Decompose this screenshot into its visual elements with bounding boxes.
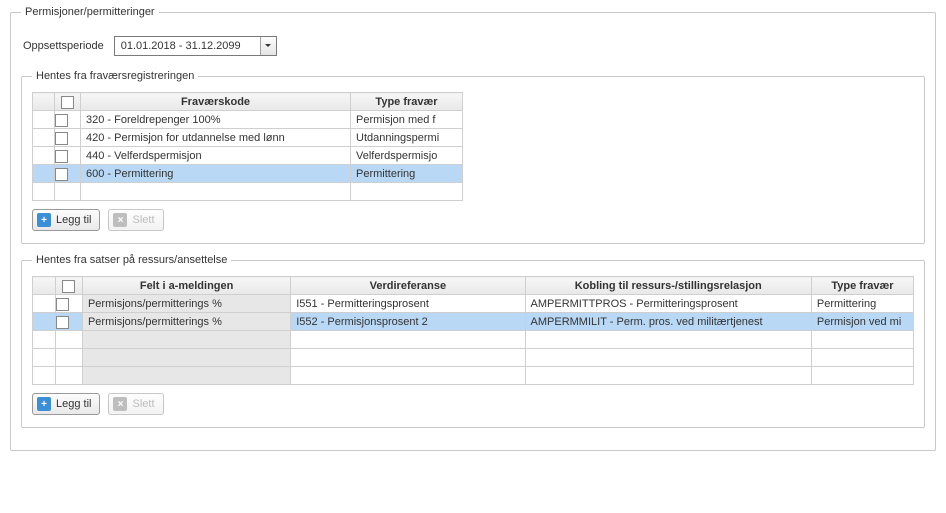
add-button[interactable]: + Legg til [32,209,100,231]
row-marker [33,129,55,147]
cell-code[interactable]: 440 - Velferdspermisjon [81,147,351,165]
cell-code[interactable]: 600 - Permittering [81,165,351,183]
table-row[interactable]: Permisjons/permitterings %I551 - Permitt… [33,295,914,313]
table-row-empty[interactable] [33,331,914,349]
setup-row: Oppsettsperiode 01.01.2018 - 31.12.2099 [23,36,925,56]
setup-period-value: 01.01.2018 - 31.12.2099 [115,37,260,55]
cell-type[interactable]: Velferdspermisjo [351,147,463,165]
group-fravaer: Hentes fra fraværsregistreringen Fraværs… [21,70,925,244]
table-row[interactable]: 420 - Permisjon for utdannelse med lønnU… [33,129,463,147]
chevron-down-icon [260,37,276,55]
checkbox-icon [61,96,74,109]
group-permisjoner: Permisjoner/permitteringer Oppsettsperio… [10,6,936,451]
col-check-header[interactable] [55,277,82,295]
row-checkbox[interactable] [55,295,82,313]
grid-satser: Felt i a-meldingen Verdireferanse Koblin… [32,276,914,385]
table-row-empty[interactable] [33,367,914,385]
table-row[interactable]: 440 - VelferdspermisjonVelferdspermisjo [33,147,463,165]
cell-felt[interactable]: Permisjons/permitterings % [82,295,290,313]
table-row-empty[interactable] [33,349,914,367]
col-type-header: Type fravær [811,277,913,295]
col-kobling-header: Kobling til ressurs-/stillingsrelasjon [525,277,811,295]
plus-icon: + [37,213,51,227]
table-row[interactable]: Permisjons/permitterings %I552 - Permisj… [33,313,914,331]
cell-type[interactable]: Permittering [811,295,913,313]
table-row[interactable]: 600 - PermitteringPermittering [33,165,463,183]
legend-fravaer: Hentes fra fraværsregistreringen [32,70,198,82]
checkbox-icon [55,168,68,181]
row-marker [33,165,55,183]
grid-fravaer: Fraværskode Type fravær 320 - Foreldrepe… [32,92,463,201]
add-button-label: Legg til [56,214,91,226]
col-verdi-header: Verdireferanse [291,277,525,295]
checkbox-icon [56,316,69,329]
cell-code[interactable]: 320 - Foreldrepenger 100% [81,111,351,129]
delete-button: × Slett [108,393,163,415]
delete-button-label: Slett [132,214,154,226]
cell-code[interactable]: 420 - Permisjon for utdannelse med lønn [81,129,351,147]
checkbox-icon [55,150,68,163]
delete-button: × Slett [108,209,163,231]
cell-verdi[interactable]: I552 - Permisjonsprosent 2 [291,313,525,331]
cell-kobling[interactable]: AMPERMMILIT - Perm. pros. ved militærtje… [525,313,811,331]
delete-icon: × [113,213,127,227]
checkbox-icon [56,298,69,311]
row-marker [33,313,56,331]
row-checkbox[interactable] [55,165,81,183]
setup-period-dropdown[interactable]: 01.01.2018 - 31.12.2099 [114,36,277,56]
checkbox-icon [55,114,68,127]
table-row[interactable]: 320 - Foreldrepenger 100%Permisjon med f [33,111,463,129]
grid2-buttons: + Legg til × Slett [32,393,914,415]
row-checkbox[interactable] [55,147,81,165]
add-button[interactable]: + Legg til [32,393,100,415]
grid1-buttons: + Legg til × Slett [32,209,914,231]
legend-main: Permisjoner/permitteringer [21,6,159,18]
delete-button-label: Slett [132,398,154,410]
col-marker [33,93,55,111]
cell-verdi[interactable]: I551 - Permitteringsprosent [291,295,525,313]
row-marker [33,111,55,129]
col-code-header: Fraværskode [81,93,351,111]
cell-type[interactable]: Utdanningspermi [351,129,463,147]
setup-label: Oppsettsperiode [23,40,104,52]
group-satser: Hentes fra satser på ressurs/ansettelse … [21,254,925,428]
delete-icon: × [113,397,127,411]
table-row-empty[interactable] [33,183,463,201]
row-checkbox[interactable] [55,129,81,147]
cell-type[interactable]: Permisjon med f [351,111,463,129]
cell-type[interactable]: Permisjon ved mi [811,313,913,331]
col-felt-header: Felt i a-meldingen [82,277,290,295]
col-type-header: Type fravær [351,93,463,111]
legend-satser: Hentes fra satser på ressurs/ansettelse [32,254,231,266]
col-check-header[interactable] [55,93,81,111]
add-button-label: Legg til [56,398,91,410]
row-checkbox[interactable] [55,313,82,331]
col-marker [33,277,56,295]
row-marker [33,295,56,313]
cell-felt[interactable]: Permisjons/permitterings % [82,313,290,331]
plus-icon: + [37,397,51,411]
cell-kobling[interactable]: AMPERMITTPROS - Permitteringsprosent [525,295,811,313]
row-checkbox[interactable] [55,111,81,129]
checkbox-icon [62,280,75,293]
row-marker [33,147,55,165]
cell-type[interactable]: Permittering [351,165,463,183]
checkbox-icon [55,132,68,145]
